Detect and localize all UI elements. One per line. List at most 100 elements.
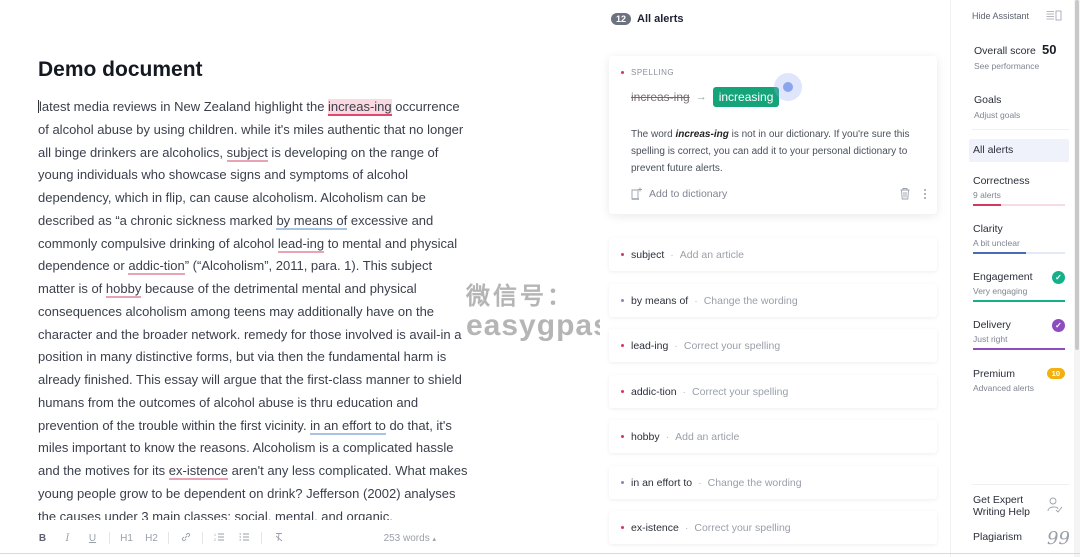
sidebar-divider [972,484,1069,485]
trash-icon[interactable] [899,187,911,200]
alert-type-dot [621,481,624,484]
alert-word: ex-istence [631,521,679,534]
category-progress-fill [973,204,1001,206]
category-progress-track [973,252,1065,254]
alert-type-dot [621,299,624,302]
overall-score-value: 50 [1042,42,1057,57]
italic-button[interactable]: I [55,533,80,544]
underline-button[interactable]: U [80,533,105,544]
category-status: Just right [973,334,1008,344]
alert-word: addic-tion [631,385,677,398]
bullet-list-icon [239,532,249,541]
word-count[interactable]: 253 words ▴ [384,533,436,544]
alert-item[interactable]: lead-ing · Correct your spelling [609,329,937,362]
premium-count-badge: 10 [1046,368,1065,379]
scrollbar-thumb[interactable] [1075,0,1079,350]
link-icon [181,532,190,541]
expert-person-icon[interactable] [1047,497,1063,513]
separator: · [674,339,678,352]
category-progress-fill [973,300,1065,302]
svg-text:2: 2 [214,538,216,542]
category-progress-track [973,204,1065,206]
alert-item[interactable]: hobby · Add an article [609,420,937,453]
highlighted-issue[interactable]: addic-tion [128,258,185,276]
bold-button[interactable]: B [30,533,55,544]
highlighted-issue[interactable]: hobby [105,281,142,298]
alert-item[interactable]: by means of · Change the wording [609,284,937,317]
highlighted-issue[interactable]: ex-istence [168,463,229,480]
alert-count-badge: 12 [611,13,632,25]
toolbar-divider [109,532,110,544]
editor-pane: Demo document latest media reviews in Ne… [0,0,600,557]
click-indicator [774,73,802,101]
highlighted-issue[interactable]: increas-ing [328,99,392,116]
check-icon: ✓ [1052,319,1065,332]
category-label: Engagement [973,271,1033,283]
hide-assistant-button[interactable]: Hide Assistant [972,11,1029,21]
clear-format-icon [275,532,282,541]
alert-type-dot [621,435,624,438]
heading2-button[interactable]: H2 [139,533,164,544]
body-text: latest media reviews in New Zealand high… [39,99,329,114]
active-alert-card[interactable]: SPELLING increas-ing → increasing The wo… [609,56,937,214]
svg-text:1: 1 [214,533,216,537]
expert-line2: Writing Help [973,506,1030,518]
alert-type-dot [621,526,624,529]
highlighted-issue[interactable]: in an effort to [310,417,386,435]
bullet-list-button[interactable] [232,532,257,545]
alert-item[interactable]: addic-tion · Correct your spelling [609,375,937,408]
alert-word: hobby [631,430,660,443]
alerts-title: All alerts [637,13,684,25]
adjust-goals-link[interactable]: Adjust goals [974,110,1020,120]
highlighted-issue[interactable]: lead-ing [277,235,325,253]
plagiarism-button[interactable]: Plagiarism [973,531,1022,543]
expert-writing-help-button[interactable]: Get Expert Writing Help [973,494,1030,518]
toolbar-divider [202,532,203,544]
toolbar-divider [261,532,262,544]
separator: · [694,294,698,307]
add-to-dictionary-button[interactable]: Add to dictionary [649,188,727,200]
category-progress-track [973,348,1065,350]
heading1-button[interactable]: H1 [114,533,139,544]
alert-type-dot [621,390,624,393]
separator: · [670,248,674,261]
alert-actions: Add to dictionary [631,187,927,200]
toolbar-divider [168,532,169,544]
body-text: because of the detrimental mental and ph… [38,281,462,433]
alert-hint: Correct your spelling [683,339,781,352]
document-body[interactable]: latest media reviews in New Zealand high… [38,96,468,520]
assistant-sidebar: Hide Assistant Overall score 50 See perf… [950,0,1080,557]
caret-up-icon: ▴ [432,535,436,543]
sidebar-item-all-alerts[interactable]: All alerts [969,139,1069,162]
add-dictionary-icon [631,187,642,200]
overall-score-label: Overall score [974,45,1036,57]
more-options-icon[interactable] [923,188,927,200]
accept-suggestion-button[interactable]: increasing [712,87,780,107]
link-button[interactable] [173,532,198,545]
alert-item[interactable]: in an effort to · Change the wording [609,466,937,499]
category-status: Very engaging [973,286,1028,296]
category-status: 9 alerts [973,190,1001,200]
alert-item[interactable]: subject · Add an article [609,238,937,271]
highlighted-issue[interactable]: subject [226,144,268,162]
check-icon: ✓ [1052,271,1065,284]
alert-item[interactable]: ex-istence · Correct your spelling [609,511,937,544]
panel-toggle-icon[interactable] [1046,10,1062,21]
document-title[interactable]: Demo document [38,58,203,82]
separator: · [698,476,702,489]
quote-icon[interactable]: 99 [1047,528,1070,549]
alert-word: in an effort to [631,476,693,489]
clear-format-button[interactable] [266,532,291,545]
alert-hint: Change the wording [703,294,798,307]
highlighted-issue[interactable]: by means of [276,212,348,230]
alert-word: lead-ing [631,339,669,352]
word-count-label: 253 words [383,532,430,544]
separator: · [665,430,670,443]
goals-button[interactable]: Goals [974,94,1001,106]
see-performance-link[interactable]: See performance [974,61,1039,71]
suggestion-row: increas-ing → increasing [631,87,780,107]
category-progress-fill [973,252,1027,254]
category-dot [621,71,624,74]
ordered-list-button[interactable]: 12 [207,532,232,545]
alert-hint: Correct your spelling [694,521,791,534]
